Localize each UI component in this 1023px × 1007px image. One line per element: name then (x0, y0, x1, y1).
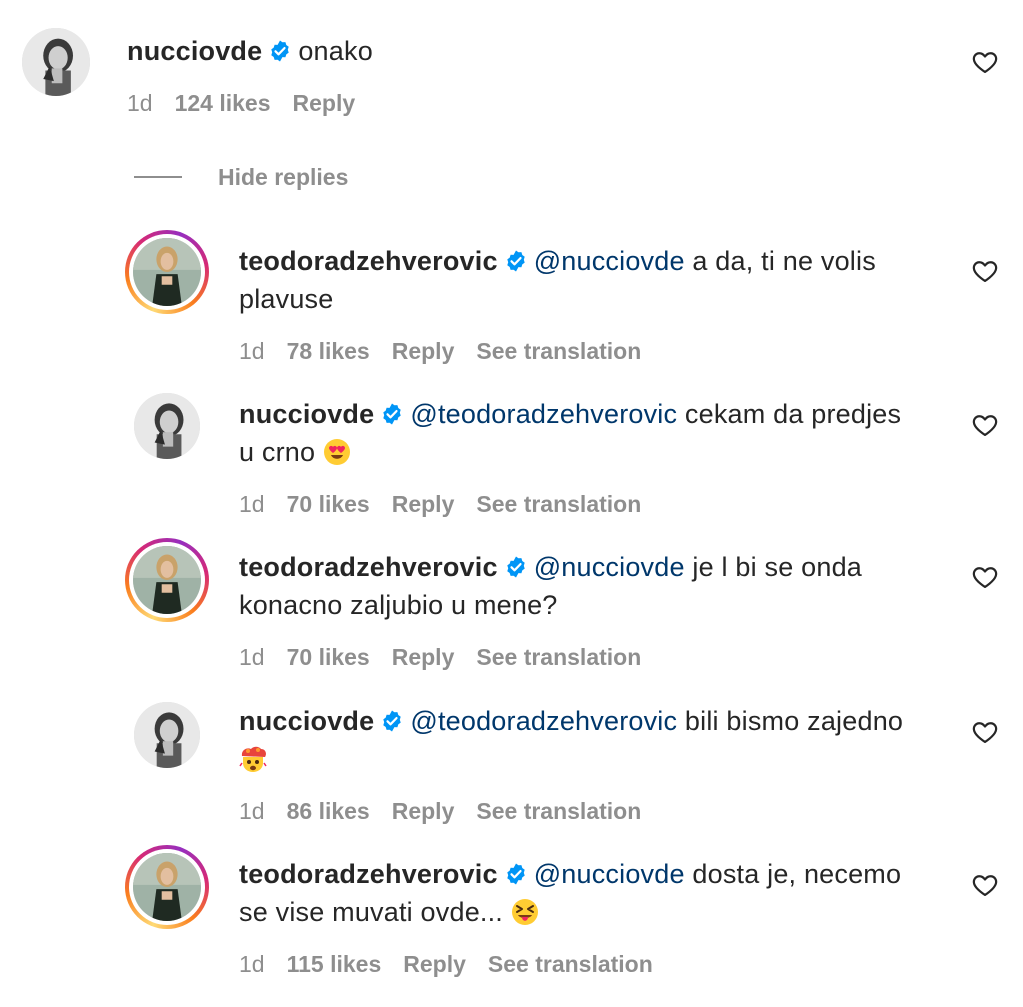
like-heart-icon[interactable] (971, 871, 999, 899)
likes-count[interactable]: 70 likes (287, 491, 370, 517)
avatar[interactable] (134, 702, 200, 768)
comment-body-cont: konacno zaljubio u mene? (239, 590, 558, 620)
reply-button[interactable]: Reply (403, 951, 466, 977)
username[interactable]: nucciovde (239, 706, 374, 736)
comment-meta: 1d 115 likes Reply See translation (239, 951, 675, 978)
see-translation-button[interactable]: See translation (476, 338, 641, 364)
verified-badge-icon (504, 555, 528, 579)
reply-button[interactable]: Reply (392, 798, 455, 824)
exploding-head-emoji-icon (239, 746, 267, 772)
comment-age: 1d (239, 491, 265, 517)
likes-count[interactable]: 78 likes (287, 338, 370, 364)
see-translation-button[interactable]: See translation (476, 644, 641, 670)
comment-body: bili bismo zajedno (684, 706, 904, 736)
see-translation-button[interactable]: See translation (488, 951, 653, 977)
divider-line (134, 176, 182, 178)
comment-meta: 1d 78 likes Reply See translation (239, 338, 663, 365)
story-ring[interactable] (125, 230, 209, 314)
username[interactable]: nucciovde (239, 399, 374, 429)
hide-replies-button[interactable]: Hide replies (134, 162, 348, 192)
likes-count[interactable]: 70 likes (287, 644, 370, 670)
avatar[interactable] (22, 28, 90, 96)
see-translation-button[interactable]: See translation (476, 798, 641, 824)
comment-body: cekam da predjes (684, 399, 902, 429)
comment-text: nucciovde onako (127, 32, 947, 70)
verified-badge-icon (268, 39, 292, 63)
like-heart-icon[interactable] (971, 718, 999, 746)
avatar (133, 853, 201, 921)
comment-body: a da, ti ne volis (692, 246, 876, 276)
hide-replies-label: Hide replies (218, 163, 349, 190)
mention-link[interactable]: @nucciovde (534, 552, 685, 582)
verified-badge-icon (504, 249, 528, 273)
reply-button[interactable]: Reply (293, 90, 356, 116)
comment-meta: 1d 70 likes Reply See translation (239, 644, 663, 671)
verified-badge-icon (504, 862, 528, 886)
comment-text: teodoradzehverovic @nucciovde je l bi se … (239, 548, 959, 624)
comment-text: nucciovde @teodoradzehverovic cekam da pr… (239, 395, 959, 471)
likes-count[interactable]: 124 likes (175, 90, 271, 116)
see-translation-button[interactable]: See translation (476, 491, 641, 517)
comment-text: teodoradzehverovic @nucciovde a da, ti ne… (239, 242, 959, 318)
like-heart-icon[interactable] (971, 411, 999, 439)
comment-body: onako (298, 36, 373, 66)
comment-body-cont: plavuse (239, 284, 334, 314)
mention-link[interactable]: @nucciovde (534, 859, 685, 889)
comment-body-cont: u crno (239, 437, 316, 467)
verified-badge-icon (380, 709, 404, 733)
comment-meta: 1d 124 likes Reply (127, 90, 377, 117)
comment-body: dosta je, necemo (692, 859, 902, 889)
likes-count[interactable]: 115 likes (287, 951, 382, 977)
comment-meta: 1d 70 likes Reply See translation (239, 491, 663, 518)
reply-button[interactable]: Reply (392, 644, 455, 670)
story-ring[interactable] (125, 845, 209, 929)
comment-age: 1d (127, 90, 153, 116)
username[interactable]: teodoradzehverovic (239, 552, 498, 582)
comment-body-cont: se vise muvati ovde... (239, 897, 504, 927)
comment-body: je l bi se onda (692, 552, 863, 582)
avatar (133, 546, 201, 614)
mention-link[interactable]: @teodoradzehverovic (410, 706, 677, 736)
comment-meta: 1d 86 likes Reply See translation (239, 798, 663, 825)
comment-text: nucciovde @teodoradzehverovic bili bismo … (239, 702, 959, 778)
username[interactable]: teodoradzehverovic (239, 246, 498, 276)
comment-age: 1d (239, 644, 265, 670)
like-heart-icon[interactable] (971, 48, 999, 76)
mention-link[interactable]: @nucciovde (534, 246, 685, 276)
like-heart-icon[interactable] (971, 257, 999, 285)
story-ring[interactable] (125, 538, 209, 622)
mention-link[interactable]: @teodoradzehverovic (410, 399, 677, 429)
comment-age: 1d (239, 951, 265, 977)
likes-count[interactable]: 86 likes (287, 798, 370, 824)
username[interactable]: nucciovde (127, 36, 262, 66)
reply-button[interactable]: Reply (392, 338, 455, 364)
like-heart-icon[interactable] (971, 563, 999, 591)
reply-button[interactable]: Reply (392, 491, 455, 517)
verified-badge-icon (380, 402, 404, 426)
comment-age: 1d (239, 338, 265, 364)
username[interactable]: teodoradzehverovic (239, 859, 498, 889)
avatar (133, 238, 201, 306)
comment-text: teodoradzehverovic @nucciovde dosta je, n… (239, 855, 959, 931)
squinting-tongue-emoji-icon (511, 899, 538, 925)
heart-eyes-emoji-icon (323, 439, 350, 465)
comment-age: 1d (239, 798, 265, 824)
avatar[interactable] (134, 393, 200, 459)
